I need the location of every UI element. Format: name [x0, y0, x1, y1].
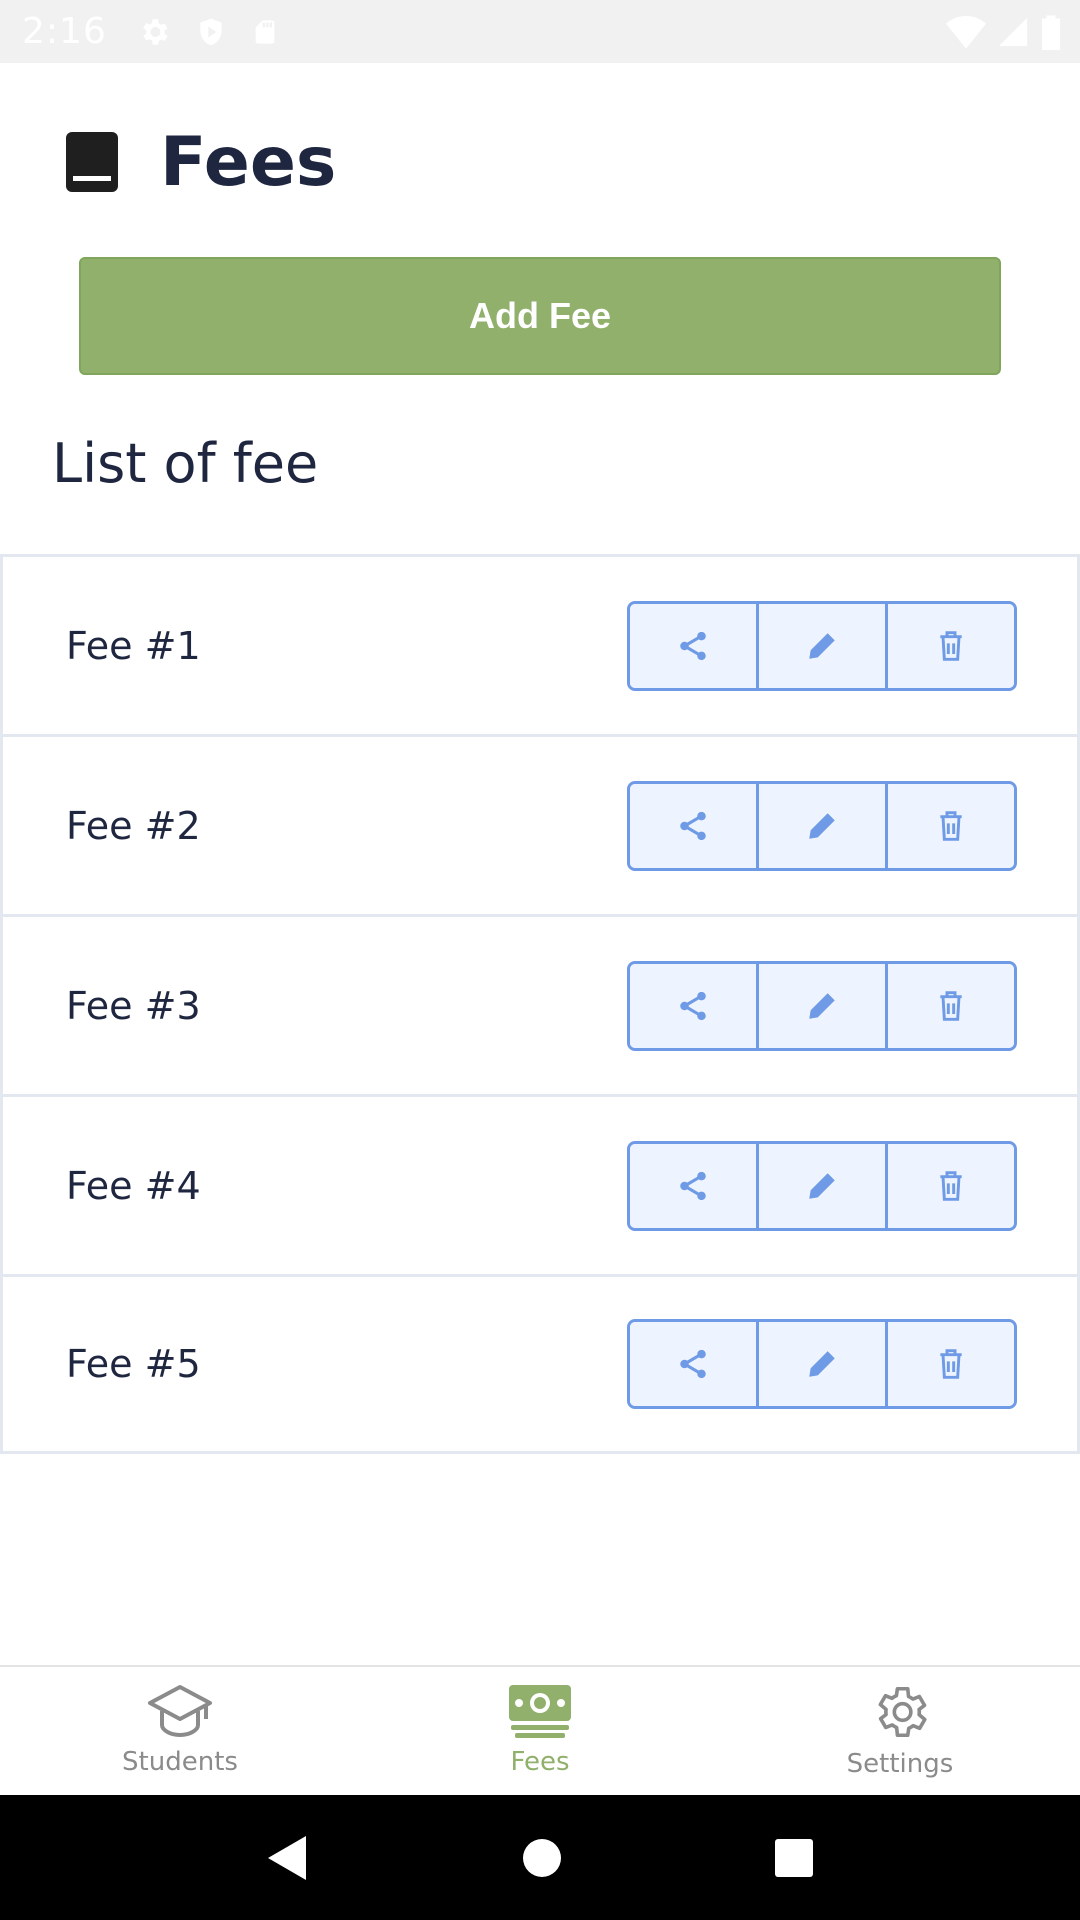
fee-name: Fee #4: [66, 1163, 201, 1208]
nav-label: Settings: [846, 1749, 954, 1779]
nav-item-fees[interactable]: Fees: [360, 1667, 720, 1795]
status-time: 2:16: [22, 11, 107, 52]
share-button[interactable]: [630, 1143, 756, 1228]
fee-name: Fee #2: [66, 803, 201, 848]
money-icon: [509, 1685, 571, 1738]
fee-action-group: [627, 600, 1017, 691]
fee-name: Fee #5: [66, 1342, 201, 1386]
share-icon: [680, 811, 706, 840]
recents-icon[interactable]: [774, 1838, 814, 1878]
fee-row: Fee #2: [0, 734, 1080, 914]
fee-action-group: [627, 780, 1017, 871]
fee-action-group: [627, 1319, 1017, 1409]
nav-item-settings[interactable]: Settings: [720, 1667, 1080, 1795]
share-icon: [680, 1349, 706, 1379]
share-button[interactable]: [630, 963, 756, 1048]
sd-card-icon: [255, 19, 275, 44]
fee-action-group: [627, 1140, 1017, 1231]
delete-button[interactable]: [885, 963, 1014, 1048]
edit-button[interactable]: [756, 603, 885, 688]
gear-icon: [878, 1686, 927, 1738]
fee-action-group: [627, 960, 1017, 1051]
delete-button[interactable]: [885, 1322, 1014, 1406]
share-button[interactable]: [630, 783, 756, 868]
wifi-icon: [946, 15, 986, 49]
graduation-cap-icon: [148, 1685, 212, 1738]
edit-button[interactable]: [756, 963, 885, 1048]
share-button[interactable]: [630, 1322, 756, 1406]
play-protect-icon: [200, 18, 222, 45]
pencil-icon: [809, 1172, 835, 1199]
pencil-icon: [809, 632, 835, 659]
fee-row: Fee #1: [0, 554, 1080, 734]
trash-icon: [940, 990, 962, 1021]
trash-icon: [940, 1349, 962, 1379]
edit-button[interactable]: [756, 783, 885, 868]
signal-icon: [998, 17, 1028, 46]
nav-label: Students: [122, 1747, 238, 1777]
delete-button[interactable]: [885, 603, 1014, 688]
back-icon[interactable]: [266, 1834, 310, 1882]
status-bar: 2:16: [0, 0, 1080, 63]
system-nav-bar: [0, 1795, 1080, 1920]
book-icon: [66, 132, 118, 192]
bottom-nav: Students Fees Settings: [0, 1665, 1080, 1795]
nav-label: Fees: [510, 1747, 570, 1777]
page-header: Fees: [64, 122, 336, 202]
pencil-icon: [809, 1351, 835, 1377]
home-icon[interactable]: [521, 1837, 563, 1879]
share-icon: [680, 991, 706, 1020]
fee-row: Fee #3: [0, 914, 1080, 1094]
share-button[interactable]: [630, 603, 756, 688]
fee-list: Fee #1 Fee #2 Fee #3 Fee #4 Fee #5: [0, 554, 1080, 1454]
pencil-icon: [809, 992, 835, 1019]
nav-item-students[interactable]: Students: [0, 1667, 360, 1795]
add-fee-button[interactable]: Add Fee: [79, 257, 1001, 375]
delete-button[interactable]: [885, 783, 1014, 868]
edit-button[interactable]: [756, 1322, 885, 1406]
delete-button[interactable]: [885, 1143, 1014, 1228]
trash-icon: [940, 810, 962, 841]
share-icon: [680, 631, 706, 660]
pencil-icon: [809, 812, 835, 839]
settings-status-icon: [143, 18, 168, 45]
list-title: List of fee: [52, 432, 319, 495]
fee-name: Fee #1: [66, 623, 201, 668]
page-title: Fees: [160, 122, 337, 202]
edit-button[interactable]: [756, 1143, 885, 1228]
share-icon: [680, 1171, 706, 1200]
trash-icon: [940, 630, 962, 661]
fee-row: Fee #4: [0, 1094, 1080, 1274]
trash-icon: [940, 1170, 962, 1201]
battery-icon: [1042, 15, 1060, 50]
fee-name: Fee #3: [66, 983, 201, 1028]
fee-row: Fee #5: [0, 1274, 1080, 1454]
